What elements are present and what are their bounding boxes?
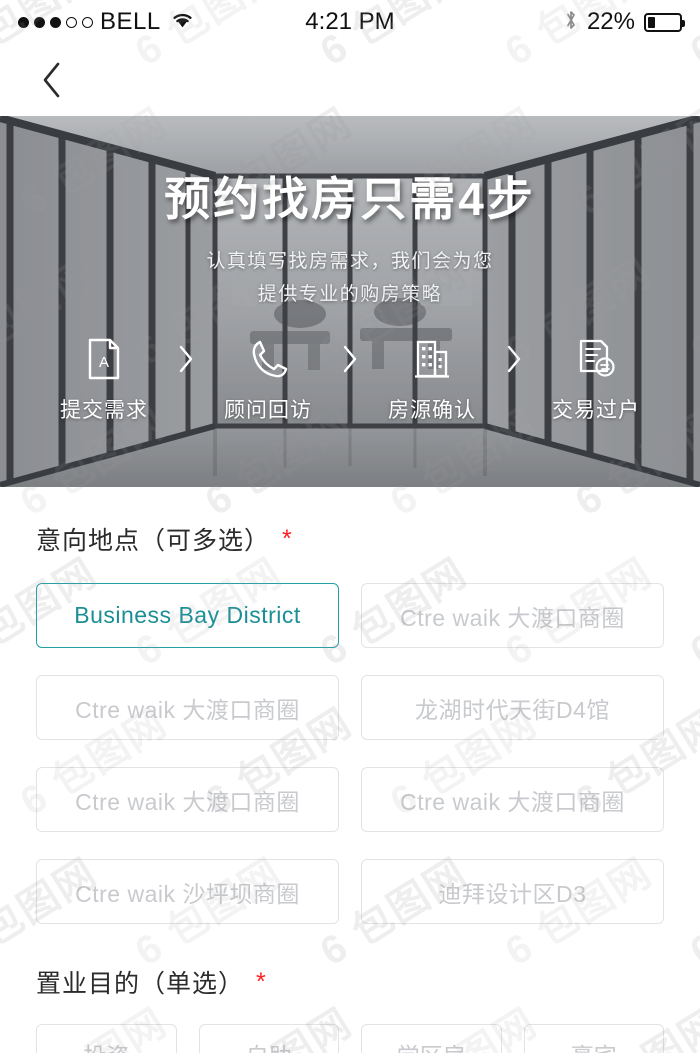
step-label: 顾问回访: [224, 399, 312, 423]
chevron-left-icon: [43, 62, 60, 98]
purpose-options-grid: 投资 自助 学区房 豪宅: [36, 1024, 664, 1053]
location-option[interactable]: Ctre waik 大渡口商圈: [361, 583, 664, 648]
steps-row: A 提交需求 顾问回访 房源确认 交易过户: [0, 337, 700, 424]
location-option[interactable]: Business Bay District: [36, 583, 339, 648]
carrier-label: BELL: [100, 8, 161, 35]
chevron-right-icon: [492, 337, 536, 381]
location-option[interactable]: Ctre waik 大渡口商圈: [36, 675, 339, 740]
hero-subtitle-line-2: 提供专业的购房策略: [257, 283, 443, 305]
location-option[interactable]: Ctre waik 大渡口商圈: [36, 767, 339, 832]
navigation-bar: [0, 44, 700, 116]
step-label: 交易过户: [552, 399, 640, 423]
signal-dot: [34, 16, 45, 28]
signal-dot: [82, 16, 93, 28]
location-option[interactable]: 迪拜设计区D3: [361, 859, 664, 924]
back-button[interactable]: [30, 58, 74, 102]
status-bar: BELL 4:21 PM 22%: [0, 0, 700, 44]
location-section-label: 意向地点（可多选）: [36, 527, 271, 555]
document-a-icon: A: [84, 337, 124, 381]
bluetooth-icon: [564, 9, 578, 36]
location-option[interactable]: Ctre waik 大渡口商圈: [361, 767, 664, 832]
step-label: 房源确认: [388, 399, 476, 423]
battery-percent-label: 22%: [586, 8, 635, 35]
step-consultant-callback: 顾问回访: [208, 337, 328, 424]
step-submit-requirement: A 提交需求: [44, 337, 164, 424]
location-option[interactable]: 龙湖时代天街D4馆: [361, 675, 664, 740]
signal-dot: [50, 16, 61, 28]
location-section-title: 意向地点（可多选） *: [36, 521, 664, 557]
wifi-icon: [170, 10, 195, 34]
chevron-right-icon: [328, 337, 372, 381]
building-icon: [411, 337, 453, 381]
step-property-confirmation: 房源确认: [372, 337, 492, 424]
purpose-option[interactable]: 豪宅: [523, 1024, 664, 1053]
hero-content: 预约找房只需4步 认真填写找房需求，我们会为您 提供专业的购房策略 A 提交需求: [0, 116, 700, 487]
hero-banner: 预约找房只需4步 认真填写找房需求，我们会为您 提供专业的购房策略 A 提交需求: [0, 116, 700, 487]
signal-dot: [18, 16, 29, 28]
purpose-option[interactable]: 投资: [36, 1024, 177, 1053]
purpose-option[interactable]: 学区房: [361, 1024, 502, 1053]
required-asterisk: *: [282, 524, 293, 553]
location-option[interactable]: Ctre waik 沙坪坝商圈: [36, 859, 339, 924]
svg-text:A: A: [99, 354, 109, 371]
battery-icon: [644, 12, 685, 32]
step-label: 提交需求: [60, 399, 148, 423]
app-root: BELL 4:21 PM 22% 预约找房只需4步 认真填写找房需求，我们会为您…: [0, 0, 700, 1053]
purpose-section-label: 置业目的（单选）: [36, 970, 245, 998]
hero-subtitle: 认真填写找房需求，我们会为您 提供专业的购房策略: [206, 245, 493, 312]
status-bar-right: 22%: [564, 8, 685, 36]
location-options-grid: Business Bay District Ctre waik 大渡口商圈 Ct…: [36, 583, 664, 924]
signal-strength-dots: [18, 16, 93, 28]
status-bar-left: BELL: [18, 8, 195, 36]
step-transaction-transfer: 交易过户: [536, 337, 656, 424]
signal-dot: [66, 16, 77, 28]
purpose-section-title: 置业目的（单选） *: [36, 964, 664, 1000]
purpose-option[interactable]: 自助: [198, 1024, 339, 1053]
hero-subtitle-line-1: 认真填写找房需求，我们会为您: [206, 250, 494, 272]
clock-label: 4:21 PM: [305, 8, 395, 35]
form-area: 意向地点（可多选） * Business Bay District Ctre w…: [0, 487, 700, 1053]
chevron-right-icon: [164, 337, 208, 381]
hero-title: 预约找房只需4步: [164, 173, 536, 225]
transfer-document-icon: [574, 337, 618, 381]
required-asterisk: *: [256, 967, 267, 996]
phone-icon: [247, 337, 289, 381]
